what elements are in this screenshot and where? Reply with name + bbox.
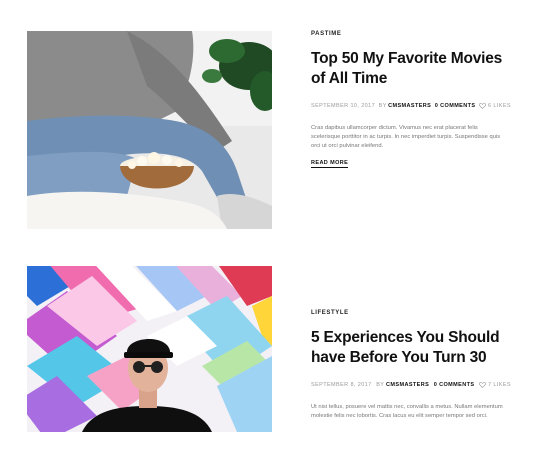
post-content: Lifestyle 5 Experiences You Should have … <box>311 310 511 421</box>
post-likes[interactable]: 6 Likes <box>479 103 511 109</box>
post-excerpt: Cras dapibus ullamcorper dictum. Vivamus… <box>311 125 501 149</box>
post-comments-link[interactable]: 0 Comments <box>434 382 475 388</box>
post-content: Pastime Top 50 My Favorite Movies of All… <box>311 31 511 169</box>
post-by-label: by <box>376 382 385 388</box>
post-thumbnail[interactable] <box>27 266 272 432</box>
post-meta: September 8, 2017 by cmsmasters 0 Commen… <box>311 382 511 388</box>
blog-post: Pastime Top 50 My Favorite Movies of All… <box>27 31 511 229</box>
post-likes-count: 7 Likes <box>488 382 511 388</box>
heart-icon <box>479 103 487 109</box>
post-comments-link[interactable]: 0 Comments <box>435 103 476 109</box>
post-excerpt: Ut nisi tellus, posuere vel mattis nec, … <box>311 404 503 419</box>
post-by-label: by <box>378 103 387 109</box>
post-likes[interactable]: 7 Likes <box>479 382 511 388</box>
post-title[interactable]: 5 Experiences You Should have Before You… <box>311 328 511 368</box>
post-image-popcorn <box>27 31 272 229</box>
post-category[interactable]: Lifestyle <box>311 310 511 316</box>
heart-icon <box>479 382 486 388</box>
post-title[interactable]: Top 50 My Favorite Movies of All Time <box>311 49 511 89</box>
post-meta: September 10, 2017 by cmsmasters 0 Comme… <box>311 103 511 109</box>
post-thumbnail[interactable] <box>27 31 272 229</box>
post-likes-count: 6 Likes <box>488 103 511 109</box>
post-date: September 8, 2017 <box>311 382 372 388</box>
post-image-mural <box>27 266 272 432</box>
post-author[interactable]: cmsmasters <box>386 382 429 388</box>
post-author[interactable]: cmsmasters <box>388 103 431 109</box>
read-more-link[interactable]: Read More <box>311 160 349 168</box>
post-category[interactable]: Pastime <box>311 31 511 37</box>
blog-list: Pastime Top 50 My Favorite Movies of All… <box>0 0 540 462</box>
blog-post: Lifestyle 5 Experiences You Should have … <box>27 266 511 462</box>
post-date: September 10, 2017 <box>311 103 376 109</box>
